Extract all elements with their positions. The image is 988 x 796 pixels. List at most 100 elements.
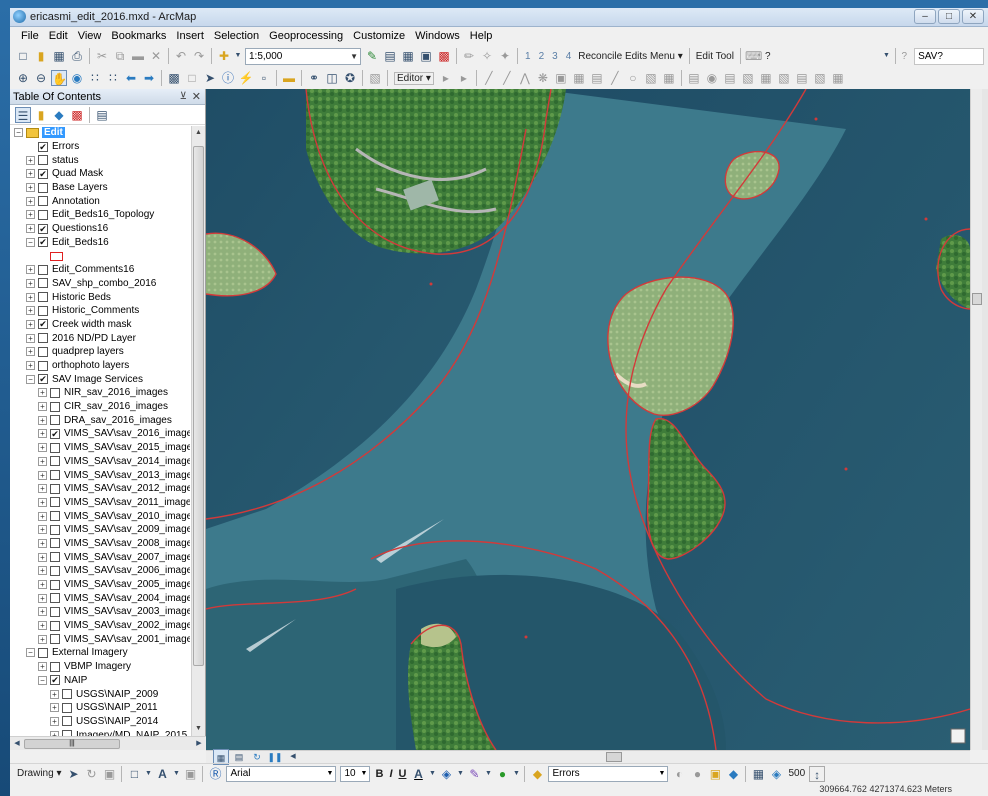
toc-layer-row[interactable]: − ✔ Edit_Beds16 bbox=[10, 236, 190, 250]
pan-hand-icon[interactable]: ✋ bbox=[51, 70, 67, 86]
scroll-left-arrow-icon[interactable]: ◀ bbox=[11, 736, 23, 752]
toc-layer-row[interactable]: + orthophoto layers bbox=[10, 359, 190, 373]
toc-layer-row[interactable]: + VIMS_SAV\sav_2015_images bbox=[10, 441, 190, 455]
cut-polygons-icon[interactable]: ▦ bbox=[571, 70, 587, 86]
select-arrow-icon[interactable]: ➤ bbox=[65, 766, 81, 782]
sketch-properties-icon[interactable]: ▧ bbox=[643, 70, 659, 86]
list-by-drawing-order-icon[interactable]: ☰ bbox=[15, 106, 31, 123]
hyperlink-icon[interactable]: ⚡ bbox=[238, 70, 254, 86]
minimize-button[interactable]: – bbox=[914, 9, 936, 24]
toc-layer-row[interactable]: + Edit_Comments16 bbox=[10, 263, 190, 277]
toc-layer-row[interactable]: + Imagery/MD_NAIP_2015 bbox=[10, 728, 190, 736]
go-to-xy-icon[interactable]: ✪ bbox=[342, 70, 358, 86]
toc-layer-row[interactable]: + VIMS_SAV\sav_2006_images bbox=[10, 564, 190, 578]
expand-icon[interactable]: + bbox=[38, 497, 47, 507]
collapse-icon[interactable]: − bbox=[26, 237, 35, 247]
vertices-icon[interactable]: ❋ bbox=[535, 70, 551, 86]
select-features-icon[interactable]: ▩ bbox=[166, 70, 182, 86]
rotate-icon[interactable]: ↻ bbox=[83, 766, 99, 782]
layer-visibility-checkbox[interactable]: ✔ bbox=[38, 141, 48, 152]
delete-icon[interactable]: ✕ bbox=[148, 48, 164, 64]
toc-layer-row[interactable]: + ✔ Creek width mask bbox=[10, 318, 190, 332]
maximize-button[interactable]: □ bbox=[938, 9, 960, 24]
list-by-visibility-icon[interactable]: ◆ bbox=[51, 107, 67, 123]
font-size-dropdown[interactable]: 10 ▼ bbox=[340, 765, 371, 782]
time-slider-icon[interactable]: ▧ bbox=[367, 70, 383, 86]
toc-layer-row[interactable]: + USGS\NAIP_2014 bbox=[10, 715, 190, 729]
close-button[interactable]: ✕ bbox=[962, 9, 984, 24]
underline-button[interactable]: U bbox=[399, 768, 407, 780]
add-data-dropdown-icon[interactable]: ▼ bbox=[234, 48, 242, 64]
layer-visibility-checkbox[interactable] bbox=[50, 456, 60, 467]
scroll-down-arrow-icon[interactable]: ▼ bbox=[192, 722, 205, 736]
expand-icon[interactable]: + bbox=[26, 210, 35, 220]
open-folder-icon[interactable]: ▮ bbox=[33, 48, 49, 64]
toc-layer-row[interactable]: + ✔ Quad Mask bbox=[10, 167, 190, 181]
layer-visibility-checkbox[interactable] bbox=[38, 305, 48, 316]
attribute-icon[interactable]: ✦ bbox=[497, 48, 513, 64]
expand-icon[interactable]: + bbox=[50, 703, 59, 713]
expand-icon[interactable]: + bbox=[38, 388, 47, 398]
layer-visibility-checkbox[interactable] bbox=[50, 565, 60, 576]
toc-layer-row[interactable]: + DRA_sav_2016_images bbox=[10, 413, 190, 427]
expand-icon[interactable]: + bbox=[26, 155, 35, 165]
topology-icon[interactable]: ▤ bbox=[686, 70, 702, 86]
find-route-icon[interactable]: ◫ bbox=[324, 70, 340, 86]
toc-layer-row[interactable]: + VBMP Imagery bbox=[10, 660, 190, 674]
expand-icon[interactable]: + bbox=[26, 196, 35, 206]
layer-visibility-checkbox[interactable] bbox=[50, 470, 60, 481]
expand-icon[interactable]: + bbox=[38, 429, 47, 439]
menu-help[interactable]: Help bbox=[465, 30, 498, 42]
expand-icon[interactable]: + bbox=[38, 415, 47, 425]
toc-layer-row[interactable]: − External Imagery bbox=[10, 646, 190, 660]
toc-layer-row[interactable]: − ✔ NAIP bbox=[10, 674, 190, 688]
fixed-zoom-in-icon[interactable]: ∷ bbox=[87, 70, 103, 86]
layer-visibility-checkbox[interactable] bbox=[50, 552, 60, 563]
scroll-right-arrow-icon[interactable]: ▶ bbox=[193, 736, 205, 752]
close-icon[interactable]: ✕ bbox=[192, 89, 201, 105]
scroll-up-arrow-icon[interactable]: ▲ bbox=[192, 126, 205, 140]
edit-tool-icon[interactable]: ▸ bbox=[438, 70, 454, 86]
toc-layer-row[interactable]: + VIMS_SAV\sav_2007_images bbox=[10, 550, 190, 564]
stop-editing-icon[interactable]: ● bbox=[689, 766, 705, 782]
tolerance-icon[interactable]: ◆ bbox=[725, 766, 741, 782]
find-binoculars-icon[interactable]: ⚭ bbox=[306, 70, 322, 86]
expand-icon[interactable]: + bbox=[26, 333, 35, 343]
catalog-icon[interactable]: ▦ bbox=[400, 48, 416, 64]
toc-layer-row[interactable]: + USGS\NAIP_2011 bbox=[10, 701, 190, 715]
toc-layer-row[interactable]: + Historic Beds bbox=[10, 290, 190, 304]
back-arrow-icon[interactable]: ⬅ bbox=[123, 70, 139, 86]
layer-visibility-checkbox[interactable]: ✔ bbox=[50, 428, 60, 439]
layer-visibility-checkbox[interactable] bbox=[62, 702, 72, 713]
expand-icon[interactable]: + bbox=[38, 511, 47, 521]
list-by-source-icon[interactable]: ▮ bbox=[33, 107, 49, 123]
attributes-icon[interactable]: ○ bbox=[625, 70, 641, 86]
toc-layer-row[interactable]: + status bbox=[10, 153, 190, 167]
layer-visibility-checkbox[interactable] bbox=[50, 593, 60, 604]
polygon-symbol-icon[interactable] bbox=[50, 251, 63, 261]
chevron-down-icon[interactable]: ▼ bbox=[144, 766, 152, 782]
toc-layer-row[interactable]: + ✔ VIMS_SAV\sav_2016_images bbox=[10, 427, 190, 441]
toc-layer-row[interactable]: + VIMS_SAV\sav_2005_images bbox=[10, 578, 190, 592]
sav-field-box[interactable]: SAV? bbox=[914, 47, 985, 65]
layer-visibility-checkbox[interactable] bbox=[50, 497, 60, 508]
keyboard-icon[interactable]: ⌨ bbox=[745, 48, 762, 64]
menu-customize[interactable]: Customize bbox=[348, 30, 410, 42]
expand-icon[interactable]: + bbox=[26, 347, 35, 357]
layer-visibility-checkbox[interactable]: ✔ bbox=[38, 319, 48, 330]
version-2[interactable]: 2 bbox=[539, 51, 545, 62]
toc-layer-row[interactable]: + ✔ Questions16 bbox=[10, 222, 190, 236]
expand-icon[interactable]: + bbox=[38, 593, 47, 603]
trace-icon[interactable]: ╱ bbox=[499, 70, 515, 86]
menu-insert[interactable]: Insert bbox=[171, 30, 209, 42]
layer-visibility-checkbox[interactable] bbox=[38, 209, 48, 220]
layer-visibility-checkbox[interactable]: ✔ bbox=[50, 675, 60, 686]
layer-visibility-checkbox[interactable] bbox=[50, 579, 60, 590]
fixed-zoom-out-icon[interactable]: ∷ bbox=[105, 70, 121, 86]
layer-visibility-checkbox[interactable] bbox=[50, 483, 60, 494]
reshape-icon[interactable]: ▣ bbox=[553, 70, 569, 86]
editor-toolbar-icon[interactable]: ✎ bbox=[364, 48, 380, 64]
scroll-thumb[interactable] bbox=[606, 752, 622, 762]
bold-button[interactable]: B bbox=[375, 768, 383, 780]
topology-edit-icon[interactable]: ▧ bbox=[776, 70, 792, 86]
